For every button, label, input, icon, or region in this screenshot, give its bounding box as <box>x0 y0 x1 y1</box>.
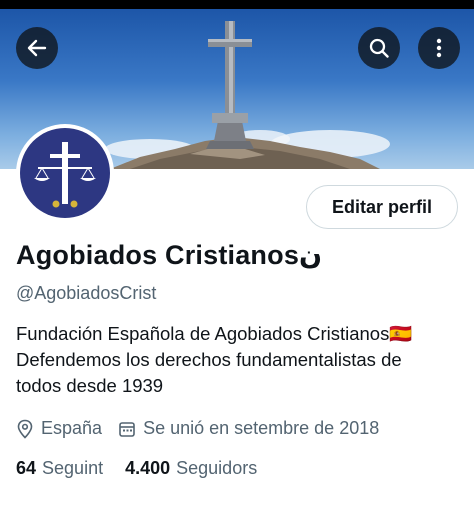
followers-link[interactable]: 4.400 Seguidors <box>125 458 257 479</box>
profile-handle: @AgobiadosCrist <box>16 283 157 303</box>
avatar[interactable] <box>16 124 114 222</box>
follow-stats: 64 Seguint 4.400 Seguidors <box>16 458 279 479</box>
edit-profile-button[interactable]: Editar perfil <box>306 185 458 229</box>
bio-line: Fundación Española de Agobiados Cristian… <box>16 323 413 344</box>
profile-bio: Fundación Española de Agobiados Cristian… <box>16 321 461 399</box>
calendar-icon <box>119 421 135 437</box>
location-text: España <box>41 418 103 438</box>
location-item: España <box>16 418 102 439</box>
following-label: Seguint <box>42 458 104 478</box>
location-pin-icon <box>17 419 33 439</box>
arrow-left-icon <box>27 39 47 57</box>
back-button[interactable] <box>16 27 58 69</box>
joined-text: Se unió en setembre de 2018 <box>143 418 380 438</box>
status-bar <box>0 0 474 9</box>
cross-scales-logo <box>34 142 96 208</box>
following-count: 64 <box>16 458 37 478</box>
search-icon <box>369 38 389 58</box>
joined-item: Se unió en setembre de 2018 <box>118 418 379 439</box>
followers-label: Seguidors <box>176 458 258 478</box>
search-button[interactable] <box>358 27 400 69</box>
profile-meta: España Se unió en setembre de 2018 <box>16 418 395 439</box>
more-vertical-icon <box>436 38 442 58</box>
followers-count: 4.400 <box>125 458 171 478</box>
following-link[interactable]: 64 Seguint <box>16 458 103 479</box>
bio-line: Defendemos los derechos fundamentalistas… <box>16 349 402 370</box>
bio-line: todos desde 1939 <box>16 375 164 396</box>
more-options-button[interactable] <box>418 27 460 69</box>
display-name: Agobiados Cristianosن <box>16 240 323 270</box>
